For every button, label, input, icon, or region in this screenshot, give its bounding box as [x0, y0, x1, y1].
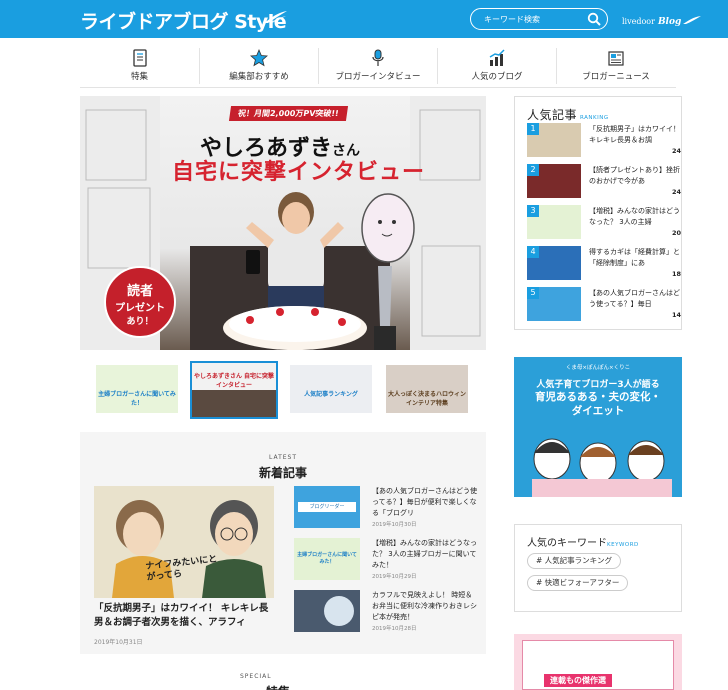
carousel-thumbnails: 主婦ブロガーさんに聞いてみた！ やしろあずきさん 自宅に突撃インタビュー 人気記…: [80, 361, 486, 419]
promo-line-2: 育児あるある・夫の変化・: [535, 391, 661, 403]
rank-number: 3: [527, 205, 539, 217]
article-date: 2019年10月30日: [372, 522, 417, 528]
nav-item-special[interactable]: 特集: [80, 48, 199, 84]
ranking-count: 18: [671, 270, 681, 278]
ranking-item[interactable]: 3 【増税】みんなの家計はどうなった？ 3人の主婦 20: [527, 205, 681, 241]
promo-line-3: ダイエット: [571, 405, 625, 417]
ranking-count: 14: [671, 311, 681, 319]
ranking-title: 人気記事 RANKING: [527, 108, 609, 122]
rank-number: 1: [527, 123, 539, 135]
search-icon[interactable]: [587, 12, 601, 26]
blog-swoosh-icon: [683, 16, 701, 24]
ranking-item[interactable]: 2 【読者プレゼントあり】挫折のおかげで今があ 24: [527, 164, 681, 200]
promo-banner[interactable]: くま母×ぽんぽん×くりこ 人気子育てブロガー3人が語る 育児あるある・夫の変化・…: [514, 357, 682, 497]
present-circle-badge: 読者 プレゼント あり！: [104, 266, 176, 338]
nav-item-editor-picks[interactable]: 編集部おすすめ: [199, 48, 318, 84]
latest-articles-section: LATEST 新着記事 ナイフみたいにとがってら 「反抗期男子」はカワイイ！ キ…: [80, 432, 486, 654]
search-input[interactable]: キーワード検索: [470, 8, 608, 30]
ranking-item[interactable]: 1 「反抗期男子」はカワイイ！ キレキレ長男＆お調 24: [527, 123, 681, 159]
carousel-thumb[interactable]: 人気記事ランキング: [288, 363, 374, 415]
mascot-illustration: [361, 193, 415, 263]
ranking-text: 【増税】みんなの家計はどうなった？ 3人の主婦: [589, 207, 680, 226]
hero-badge: 祝！月間2,000万PV突破!!: [228, 106, 348, 121]
section-heading: 新着記事: [258, 466, 307, 480]
article-thumb: 主婦ブロガーさんに聞いてみた！: [294, 538, 360, 580]
article-thumb: ブログリーダー: [294, 486, 360, 528]
nav-label: ブロガーニュース: [582, 72, 650, 82]
site-header: ライブドアブログ Style キーワード検索 livedoor Blog: [0, 0, 728, 38]
carousel-thumb[interactable]: 大人っぽく決まるハロウィンインテリア特集: [384, 363, 470, 415]
ranking-text: 得するカギは「経費計算」と「経除制度」にあ: [589, 248, 680, 267]
site-logo[interactable]: ライブドアブログ Style: [80, 7, 287, 34]
keyword-tag[interactable]: # 快適ビフォーアフター: [527, 575, 629, 591]
featured-article-image: ナイフみたいにとがってら: [94, 486, 274, 598]
promo-top-text: くま母×ぽんぽん×くりこ: [565, 365, 631, 371]
nav-label: ブロガーインタビュー: [335, 72, 421, 82]
featured-article[interactable]: ナイフみたいにとがってら 「反抗期男子」はカワイイ！ キレキレ長男＆お調子者次男…: [94, 486, 274, 651]
ranking-count: 24: [671, 147, 681, 155]
article-title: カラフルで見映えよし！ 時短＆お弁当に便利な冷凍作りおきレシピ本が発売！: [372, 591, 477, 621]
global-nav: 特集 編集部おすすめ ブロガーインタビュー 人気のブログ ブロガーニュース: [80, 38, 676, 88]
article-item[interactable]: 主婦ブロガーさんに聞いてみた！ 【増税】みんなの家計はどうなった？ 3人の主婦ブ…: [294, 538, 477, 582]
ranking-widget: 人気記事 RANKING 1 「反抗期男子」はカワイイ！ キレキレ長男＆お調 24…: [514, 96, 682, 330]
nav-item-blogger-news[interactable]: ブロガーニュース: [556, 48, 675, 84]
hero-banner[interactable]: 祝！月間2,000万PV突破!! やしろあずきさん 自宅に突撃インタビュー 読者…: [80, 96, 486, 350]
article-item[interactable]: カラフルで見映えよし！ 時短＆お弁当に便利な冷凍作りおきレシピ本が発売！ 201…: [294, 590, 477, 634]
featured-article-date: 2019年10月31日: [94, 639, 143, 646]
carousel-thumb[interactable]: 主婦ブロガーさんに聞いてみた！: [94, 363, 180, 415]
keyword-tag[interactable]: # 人気記事ランキング: [527, 553, 621, 569]
nav-label: 特集: [130, 72, 148, 82]
keyword-title: 人気のキーワードKEYWORD: [527, 538, 639, 549]
rising-chart-icon: [489, 49, 505, 66]
nav-item-popular-blogs[interactable]: 人気のブログ: [437, 48, 556, 84]
section-heading: 特集: [266, 683, 290, 690]
nav-label: 編集部おすすめ: [229, 72, 289, 82]
nav-item-interviews[interactable]: ブロガーインタビュー: [318, 48, 437, 84]
feather-swoosh-icon: [264, 11, 287, 23]
ranking-item[interactable]: 4 得するカギは「経費計算」と「経除制度」にあ 18: [527, 246, 681, 282]
notebook-icon: [132, 49, 147, 67]
ranking-text: 【あの人気ブロガーさんはどう使ってる？】毎日: [589, 289, 680, 308]
ranking-count: 20: [671, 229, 681, 237]
livedoor-blog-logo[interactable]: livedoor Blog: [622, 17, 681, 27]
promo-2-text: 連載もの傑作選: [544, 674, 612, 687]
section-label-en: SPECIAL: [240, 673, 272, 680]
trophy: [374, 266, 396, 350]
article-title: 【増税】みんなの家計はどうなった？ 3人の主婦ブロガーに聞いてみた！: [372, 539, 477, 569]
article-item[interactable]: ブログリーダー 【あの人気ブロガーさんはどう使ってる？】毎日が便利で楽しくなる「…: [294, 486, 477, 530]
newspaper-icon: [608, 51, 624, 66]
carousel-thumb-active[interactable]: やしろあずきさん 自宅に突撃インタビュー: [190, 361, 278, 419]
article-thumb: [294, 590, 360, 632]
rank-number: 2: [527, 164, 539, 176]
ranking-item[interactable]: 5 【あの人気ブロガーさんはどう使ってる？】毎日 14: [527, 287, 681, 323]
rank-number: 4: [527, 246, 539, 258]
featured-article-title: 「反抗期男子」はカワイイ！ キレキレ長男＆お調子者次男を描く、アラフィ: [94, 603, 269, 628]
cake: [223, 306, 367, 350]
microphone-icon: [372, 49, 384, 66]
article-title: 【あの人気ブロガーさんはどう使ってる？】毎日が便利で楽しくなる「ブログリ: [372, 487, 477, 517]
article-date: 2019年10月29日: [372, 574, 417, 580]
nav-label: 人気のブログ: [471, 72, 523, 82]
ranking-count: 24: [671, 188, 681, 196]
promo-illustration: [532, 438, 672, 497]
keyword-widget: 人気のキーワードKEYWORD # 人気記事ランキング # 快適ビフォーアフター: [514, 524, 682, 612]
search-placeholder: キーワード検索: [484, 15, 540, 24]
article-date: 2019年10月28日: [372, 626, 417, 632]
ranking-text: 【読者プレゼントあり】挫折のおかげで今があ: [589, 166, 680, 185]
rank-number: 5: [527, 287, 539, 299]
promo-banner-2[interactable]: 連載もの傑作選: [514, 634, 682, 690]
hero-title: 自宅に突撃インタビュー: [172, 160, 426, 185]
ranking-text: 「反抗期男子」はカワイイ！ キレキレ長男＆お調: [589, 125, 680, 144]
section-label-en: LATEST: [268, 454, 298, 461]
star-icon: [250, 48, 268, 67]
